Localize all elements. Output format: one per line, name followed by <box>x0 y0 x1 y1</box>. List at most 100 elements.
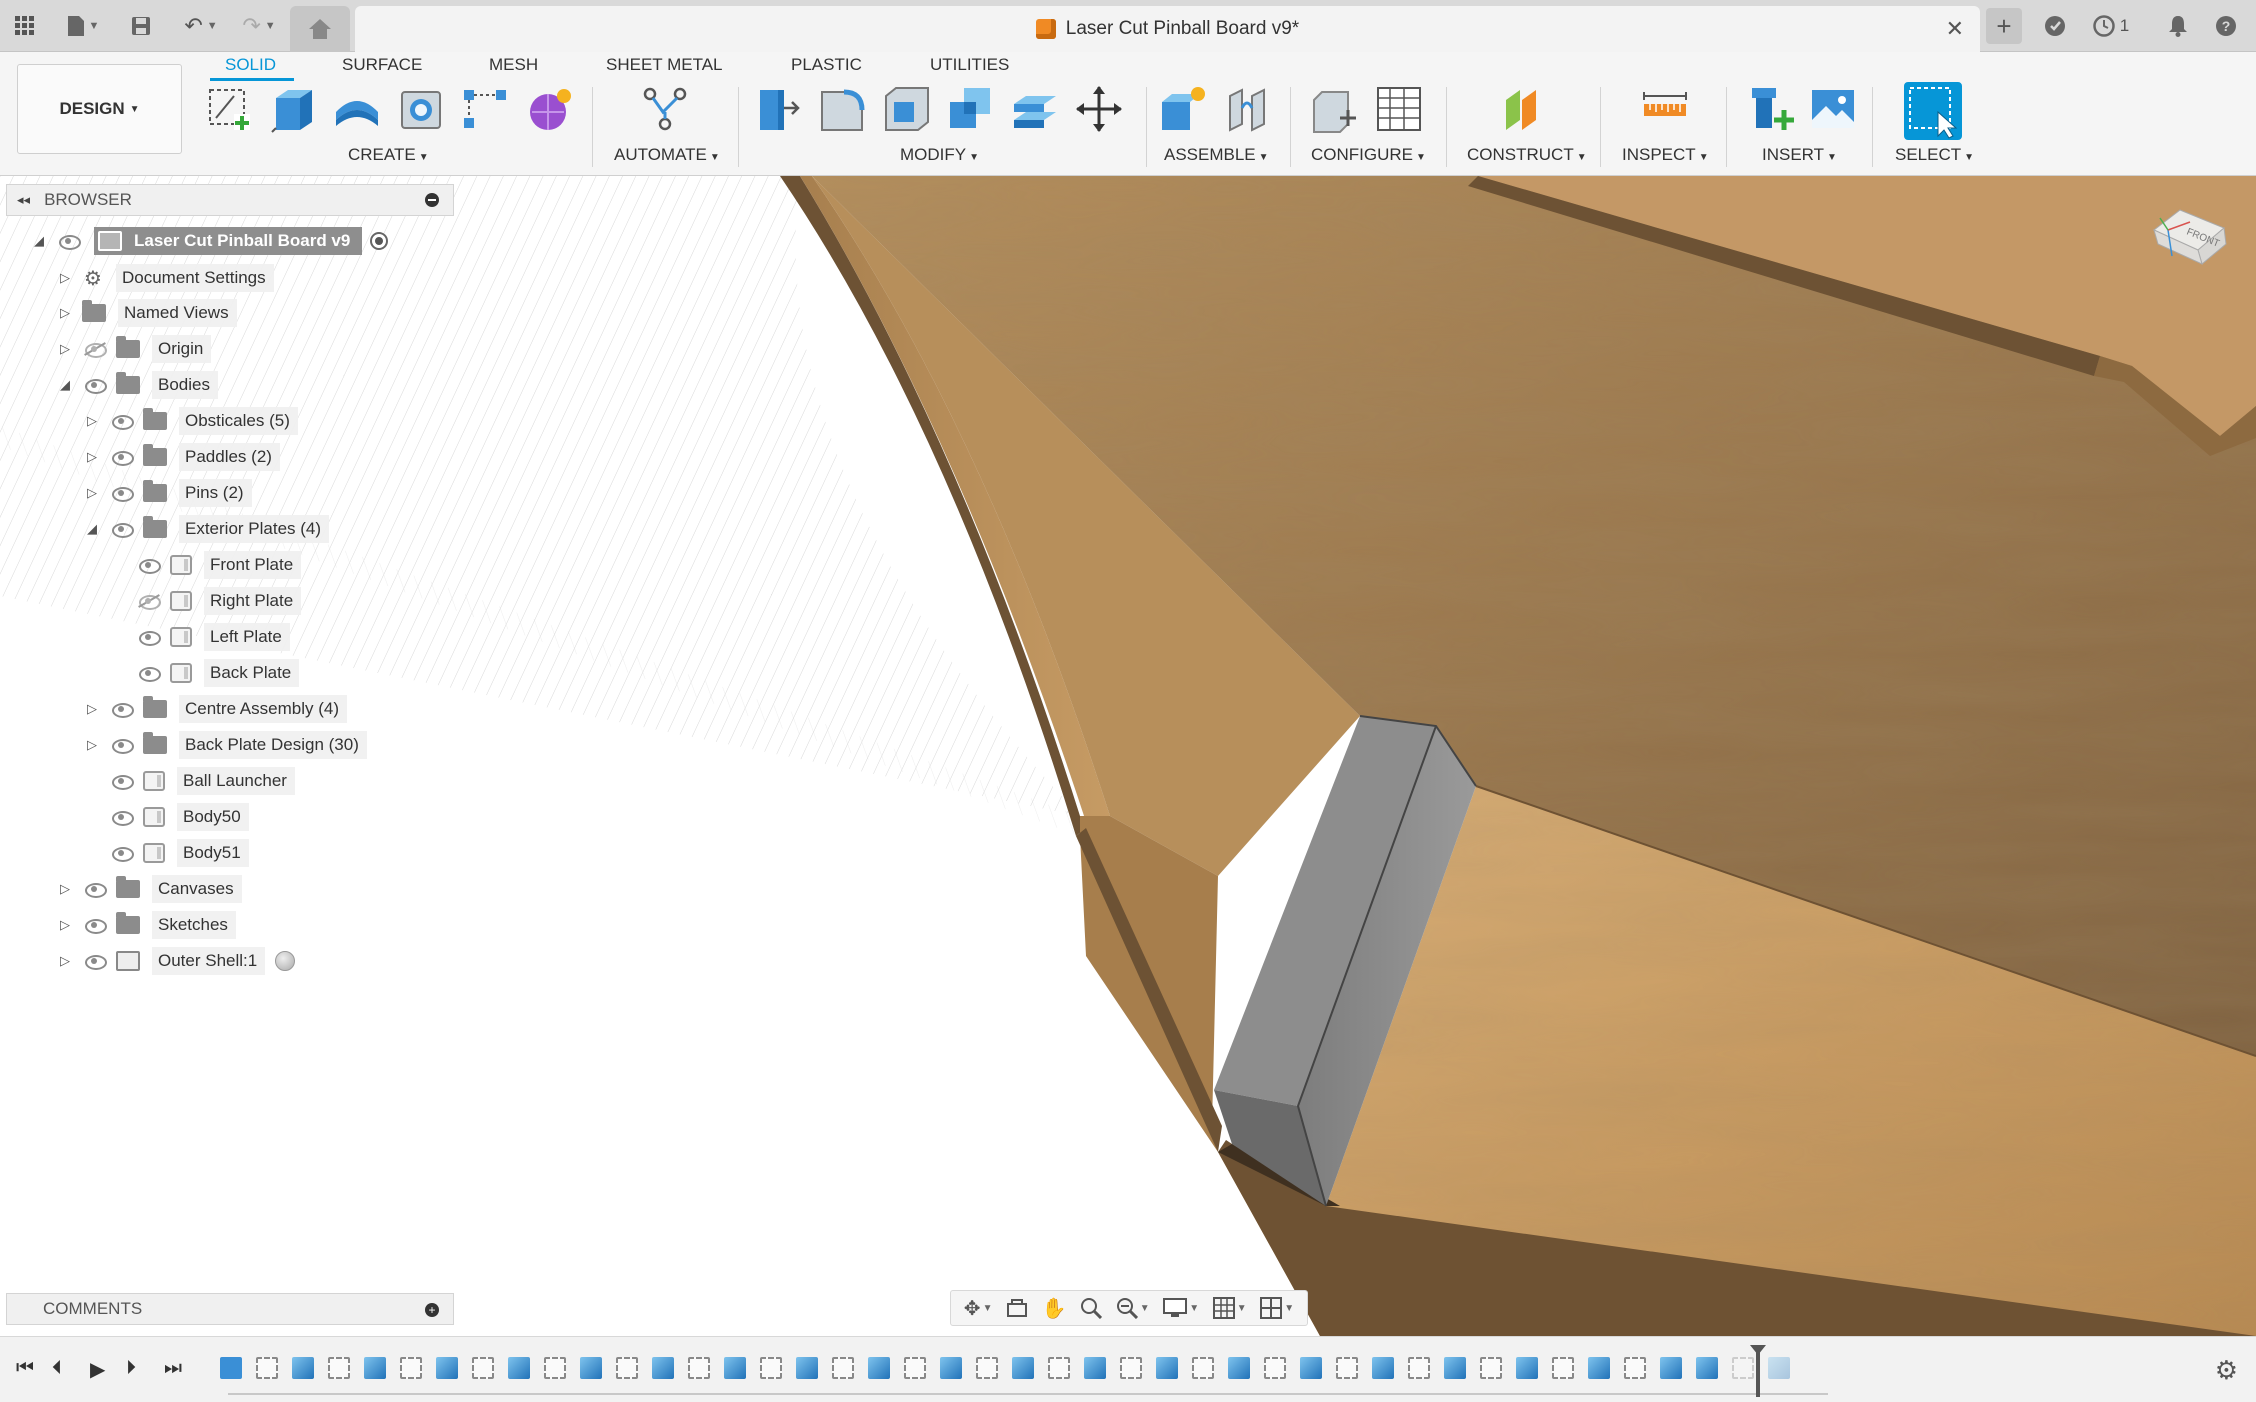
collapse-triangle-icon[interactable]: ◢ <box>32 233 46 249</box>
visibility-eye-icon[interactable] <box>111 738 134 754</box>
select-tool-icon[interactable] <box>1904 82 1962 140</box>
timeline-sketch-feature-icon[interactable] <box>1264 1357 1286 1379</box>
joint-icon[interactable] <box>1222 84 1272 134</box>
timeline-sketch-feature-icon[interactable] <box>976 1357 998 1379</box>
timeline-extrude-feature-icon[interactable] <box>868 1357 890 1379</box>
app-grid-icon[interactable] <box>10 8 40 44</box>
extensions-icon[interactable] <box>2040 8 2070 44</box>
visibility-eye-icon[interactable] <box>58 234 81 250</box>
minimize-browser-icon[interactable] <box>425 193 439 207</box>
pan-hand-icon[interactable]: ✋ <box>1042 1296 1067 1321</box>
new-component-icon[interactable] <box>1158 84 1208 134</box>
timeline-extrude-feature-icon[interactable] <box>652 1357 674 1379</box>
root-component[interactable]: Laser Cut Pinball Board v9 <box>94 227 363 255</box>
visibility-eye-icon[interactable] <box>84 954 107 970</box>
workspace-switcher[interactable]: DESIGN ▼ <box>17 64 182 154</box>
timeline-sketch-feature-icon[interactable] <box>1048 1357 1070 1379</box>
timeline-sketch-feature-icon[interactable] <box>1408 1357 1430 1379</box>
offset-face-icon[interactable] <box>1010 84 1060 134</box>
component-activate-icon[interactable] <box>275 951 296 971</box>
new-tab-icon[interactable]: + <box>1986 8 2022 44</box>
timeline-extrude-feature-icon[interactable] <box>724 1357 746 1379</box>
visibility-eye-icon[interactable] <box>138 558 161 574</box>
timeline-settings-gear-icon[interactable]: ⚙ <box>2215 1355 2238 1386</box>
job-status[interactable]: 1 <box>2086 8 2136 44</box>
tree-item-origin[interactable]: ▷ Origin <box>58 334 212 364</box>
tree-item-document-settings[interactable]: ▷ ⚙ Document Settings <box>58 263 274 293</box>
timeline-extrude-feature-icon[interactable] <box>292 1357 314 1379</box>
collapse-triangle-icon[interactable]: ◢ <box>58 377 72 393</box>
assemble-menu[interactable]: ASSEMBLE ▼ <box>1164 145 1269 165</box>
timeline-sketch-feature-icon[interactable] <box>256 1357 278 1379</box>
look-at-icon[interactable] <box>1006 1298 1028 1318</box>
timeline-go-to-start-icon[interactable]: ⏮ <box>16 1357 34 1380</box>
timeline-sketch-feature-icon[interactable] <box>544 1357 566 1379</box>
visibility-eye-icon[interactable] <box>111 522 134 538</box>
timeline-sketch-feature-icon[interactable] <box>328 1357 350 1379</box>
visibility-eye-icon[interactable] <box>84 882 107 898</box>
configuration-table-icon[interactable] <box>1374 84 1424 134</box>
timeline-extrude-feature-icon[interactable] <box>940 1357 962 1379</box>
visibility-eye-icon[interactable] <box>111 450 134 466</box>
tree-item-right-plate[interactable]: Right Plate <box>112 586 302 616</box>
tree-item-sketches[interactable]: ▷ Sketches <box>58 910 236 940</box>
offset-plane-icon[interactable] <box>1500 84 1550 134</box>
timeline-sketch-feature-icon[interactable] <box>1192 1357 1214 1379</box>
tree-item-exterior-plates[interactable]: ◢ Exterior Plates (4) <box>85 514 330 544</box>
visibility-eye-icon[interactable] <box>111 774 134 790</box>
tree-item-ball-launcher[interactable]: Ball Launcher <box>85 766 295 796</box>
tab-utilities[interactable]: UTILITIES <box>930 55 1009 75</box>
expand-triangle-icon[interactable]: ▷ <box>85 701 99 717</box>
combine-icon[interactable] <box>946 84 996 134</box>
document-tab[interactable]: Laser Cut Pinball Board v9* ✕ <box>355 6 1980 52</box>
tree-item-outer-shell[interactable]: ▷ Outer Shell:1 <box>58 946 296 976</box>
timeline-extrude-feature-icon[interactable] <box>1444 1357 1466 1379</box>
help-icon[interactable]: ? <box>2212 8 2240 44</box>
close-tab-icon[interactable]: ✕ <box>1946 16 1964 42</box>
tree-item-left-plate[interactable]: Left Plate <box>112 622 290 652</box>
tree-item-body50[interactable]: Body50 <box>85 802 249 832</box>
timeline-extrude-feature-icon[interactable] <box>1372 1357 1394 1379</box>
timeline-extrude-feature-icon[interactable] <box>1012 1357 1034 1379</box>
collapse-panel-icon[interactable]: ◂◂ <box>17 192 30 208</box>
automate-icon[interactable] <box>640 84 690 134</box>
modify-menu[interactable]: MODIFY ▼ <box>900 145 979 165</box>
timeline-sketch-feature-icon[interactable] <box>688 1357 710 1379</box>
viewports-icon[interactable]: ▼ <box>1260 1297 1294 1319</box>
timeline-canvas-feature-icon[interactable] <box>220 1357 242 1379</box>
timeline-extrude-feature-icon[interactable] <box>1660 1357 1682 1379</box>
tree-item-back-plate[interactable]: Back Plate <box>112 658 300 688</box>
timeline-extrude-feature-icon[interactable] <box>580 1357 602 1379</box>
create-sketch-icon[interactable] <box>204 84 254 134</box>
press-pull-icon[interactable] <box>754 84 804 134</box>
tree-item-pins[interactable]: ▷ Pins (2) <box>85 478 252 508</box>
home-icon[interactable] <box>290 6 350 52</box>
tree-item-front-plate[interactable]: Front Plate <box>112 550 302 580</box>
timeline-step-forward-icon[interactable]: ⏵ <box>126 1357 136 1380</box>
viewcube[interactable]: FRONT <box>2150 200 2230 270</box>
timeline-extrude-feature-icon[interactable] <box>1768 1357 1790 1379</box>
configure-menu[interactable]: CONFIGURE ▼ <box>1311 145 1426 165</box>
visibility-eye-icon[interactable] <box>84 918 107 934</box>
timeline-sketch-feature-icon[interactable] <box>1336 1357 1358 1379</box>
tree-item-named-views[interactable]: ▷ Named Views <box>58 298 237 328</box>
timeline-extrude-feature-icon[interactable] <box>508 1357 530 1379</box>
undo-icon[interactable]: ↶ ▼ <box>178 8 224 44</box>
tab-surface[interactable]: SURFACE <box>342 55 422 75</box>
timeline-sketch-feature-icon[interactable] <box>760 1357 782 1379</box>
pattern-icon[interactable] <box>460 84 510 134</box>
timeline-marker[interactable] <box>1750 1345 1766 1397</box>
insert-derive-icon[interactable] <box>1746 84 1796 134</box>
timeline-extrude-feature-icon[interactable] <box>1696 1357 1718 1379</box>
move-copy-icon[interactable] <box>1074 84 1124 134</box>
timeline-sketch-feature-icon[interactable] <box>472 1357 494 1379</box>
comments-panel[interactable]: COMMENTS + <box>6 1293 454 1325</box>
notifications-bell-icon[interactable] <box>2164 8 2192 44</box>
redo-icon[interactable]: ↷ ▼ <box>236 8 282 44</box>
timeline-sketch-feature-icon[interactable] <box>616 1357 638 1379</box>
visibility-eye-icon[interactable] <box>84 378 107 394</box>
expand-triangle-icon[interactable]: ▷ <box>85 449 99 465</box>
inspect-menu[interactable]: INSPECT ▼ <box>1622 145 1709 165</box>
hidden-eye-icon[interactable] <box>84 342 107 358</box>
grid-snaps-icon[interactable]: ▼ <box>1212 1297 1247 1319</box>
